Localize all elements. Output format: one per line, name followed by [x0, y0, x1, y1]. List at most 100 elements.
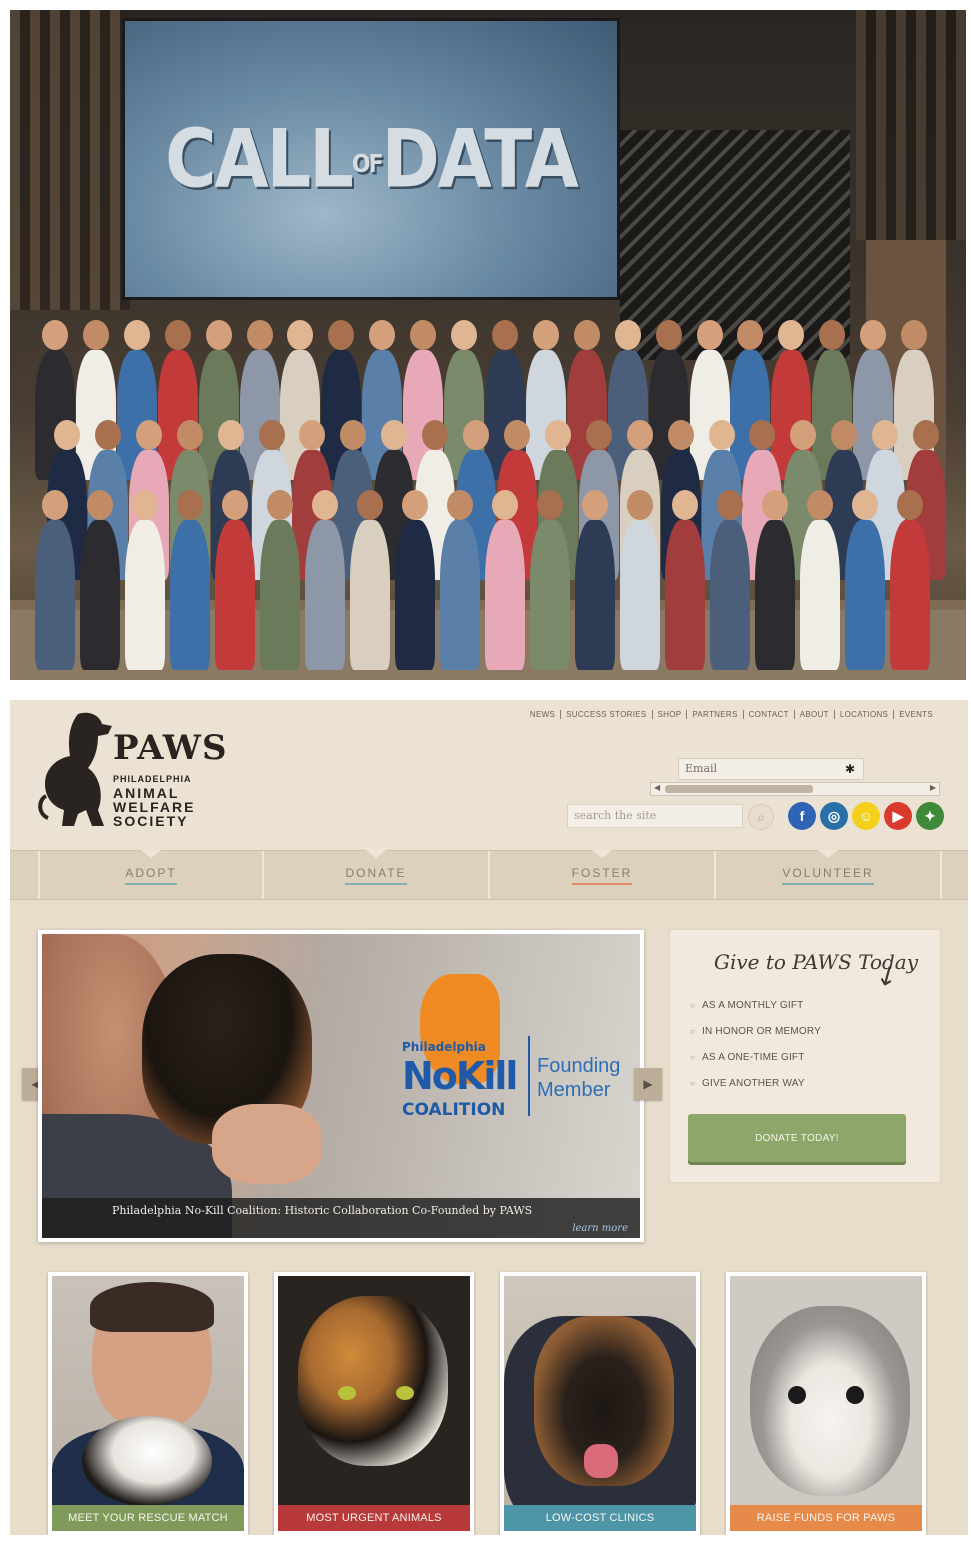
- site-header: PAWS PHILADELPHIA ANIMAL WELFARE SOCIETY…: [10, 700, 968, 850]
- crowd-head: [672, 490, 698, 520]
- social-icons: f ◎ ☺ ▶ ✦: [788, 802, 944, 830]
- calico-cat: [298, 1296, 448, 1466]
- tile-raise-funds[interactable]: RAISE FUNDS FOR PAWS: [726, 1272, 926, 1535]
- slide-image[interactable]: Philadelphia NoKill COALITION Founding M…: [42, 934, 640, 1238]
- crowd-person: [665, 520, 705, 670]
- horizontal-scrollbar[interactable]: ◀ ▶: [650, 782, 940, 796]
- crowd-head: [82, 320, 109, 350]
- nav-label: FOSTER: [571, 866, 633, 885]
- crowd-person: [215, 520, 255, 670]
- give-option-honor[interactable]: IN HONOR OR MEMORY: [690, 1026, 821, 1037]
- crowd-head: [626, 420, 653, 450]
- crowd-person: [845, 520, 885, 670]
- crowd-head: [451, 320, 478, 350]
- caption-text: Philadelphia No-Kill Coalition: Historic…: [112, 1204, 533, 1217]
- crowd-head: [369, 320, 396, 350]
- tile-label: RAISE FUNDS FOR PAWS: [730, 1505, 922, 1531]
- give-panel: Give to PAWS Today ↙ AS A MONTHLY GIFT I…: [670, 930, 940, 1182]
- crowd-person: [305, 520, 345, 670]
- logo-title: PAWS: [113, 728, 228, 768]
- crowd-person: [800, 520, 840, 670]
- nav-volunteer[interactable]: VOLUNTEER: [714, 850, 940, 899]
- link-about[interactable]: ABOUT: [795, 710, 835, 719]
- crowd-person: [350, 520, 390, 670]
- hero-slider: Philadelphia NoKill COALITION Founding M…: [38, 930, 644, 1242]
- twitter-icon[interactable]: ✦: [916, 802, 944, 830]
- scroll-left-icon[interactable]: ◀: [654, 783, 660, 792]
- puppy: [82, 1416, 212, 1506]
- crowd-head: [655, 320, 682, 350]
- give-option-other[interactable]: GIVE ANOTHER WAY: [690, 1078, 821, 1089]
- crowd-head: [164, 320, 191, 350]
- tile-photo-shepherd: LOW-COST CLINICS: [504, 1276, 696, 1531]
- scrollbar-thumb[interactable]: [665, 785, 813, 793]
- crowd-person: [710, 520, 750, 670]
- scroll-right-icon[interactable]: ▶: [930, 783, 936, 792]
- crowd-head: [492, 490, 518, 520]
- nav-notch: [366, 850, 386, 858]
- search-placeholder: search the site: [574, 809, 657, 822]
- crowd-head: [819, 320, 846, 350]
- tile-rescue-match[interactable]: MEET YOUR RESCUE MATCH: [48, 1272, 248, 1535]
- cat-eye-right: [396, 1386, 414, 1400]
- crowd-person: [530, 520, 570, 670]
- crowd-head: [422, 420, 449, 450]
- give-option-monthly[interactable]: AS A MONTHLY GIFT: [690, 1000, 821, 1011]
- crowd-head: [708, 420, 735, 450]
- search-icon[interactable]: ⌕: [748, 804, 774, 830]
- crowd-head: [177, 490, 203, 520]
- nav-label: VOLUNTEER: [782, 866, 874, 885]
- email-field[interactable]: Email ✱: [678, 758, 864, 780]
- link-news[interactable]: NEWS: [525, 710, 562, 719]
- crowd-person: [80, 520, 120, 670]
- kitten: [750, 1306, 910, 1496]
- slider-next-button[interactable]: ▶: [634, 1068, 662, 1100]
- crowd-head: [544, 420, 571, 450]
- learn-more-link[interactable]: learn more: [572, 1223, 628, 1234]
- utility-nav: NEWS SUCCESS STORIES SHOP PARTNERS CONTA…: [525, 710, 938, 719]
- crowd-head: [42, 490, 68, 520]
- no-kill-coalition-logo: Philadelphia NoKill COALITION Founding M…: [402, 974, 640, 1154]
- crowd-person: [755, 520, 795, 670]
- crowd-head: [807, 490, 833, 520]
- link-locations[interactable]: LOCATIONS: [835, 710, 895, 719]
- snapchat-icon[interactable]: ☺: [852, 802, 880, 830]
- tile-urgent-animals[interactable]: MOST URGENT ANIMALS: [274, 1272, 474, 1535]
- paws-website: PAWS PHILADELPHIA ANIMAL WELFARE SOCIETY…: [10, 700, 968, 1535]
- tile-clinics[interactable]: LOW-COST CLINICS: [500, 1272, 700, 1535]
- nk-divider: [528, 1036, 530, 1116]
- hand-photo: [212, 1104, 322, 1184]
- link-contact[interactable]: CONTACT: [744, 710, 795, 719]
- link-success-stories[interactable]: SUCCESS STORIES: [561, 710, 653, 719]
- link-shop[interactable]: SHOP: [653, 710, 688, 719]
- tile-photo-man-puppy: MEET YOUR RESCUE MATCH: [52, 1276, 244, 1531]
- dog-silhouette-icon: [38, 712, 113, 826]
- event-photo: CALLOFDATA: [10, 10, 966, 680]
- crowd-person: [890, 520, 930, 670]
- nav-foster[interactable]: FOSTER: [488, 850, 714, 899]
- crowd-head: [696, 320, 723, 350]
- paws-logo[interactable]: PAWS PHILADELPHIA ANIMAL WELFARE SOCIETY: [38, 710, 227, 830]
- give-option-one-time[interactable]: AS A ONE-TIME GIFT: [690, 1052, 821, 1063]
- crowd-head: [852, 490, 878, 520]
- nav-adopt[interactable]: ADOPT: [38, 850, 262, 899]
- search-input[interactable]: search the site: [567, 804, 743, 828]
- projection-screen: CALLOFDATA: [122, 18, 620, 300]
- youtube-icon[interactable]: ▶: [884, 802, 912, 830]
- link-events[interactable]: EVENTS: [894, 710, 938, 719]
- puppy-tongue: [584, 1444, 618, 1478]
- crowd-person: [170, 520, 210, 670]
- crowd-head: [573, 320, 600, 350]
- link-partners[interactable]: PARTNERS: [687, 710, 744, 719]
- instagram-icon[interactable]: ◎: [820, 802, 848, 830]
- give-options: AS A MONTHLY GIFT IN HONOR OR MEMORY AS …: [690, 1000, 821, 1104]
- crowd-head: [267, 490, 293, 520]
- crowd-head: [901, 320, 928, 350]
- donate-today-button[interactable]: DONATE TODAY!: [688, 1114, 906, 1162]
- crowd-person: [440, 520, 480, 670]
- nk-line1: Philadelphia: [402, 1040, 486, 1054]
- crowd-head: [328, 320, 355, 350]
- nav-donate[interactable]: DONATE: [262, 850, 488, 899]
- facebook-icon[interactable]: f: [788, 802, 816, 830]
- crowd-head: [872, 420, 899, 450]
